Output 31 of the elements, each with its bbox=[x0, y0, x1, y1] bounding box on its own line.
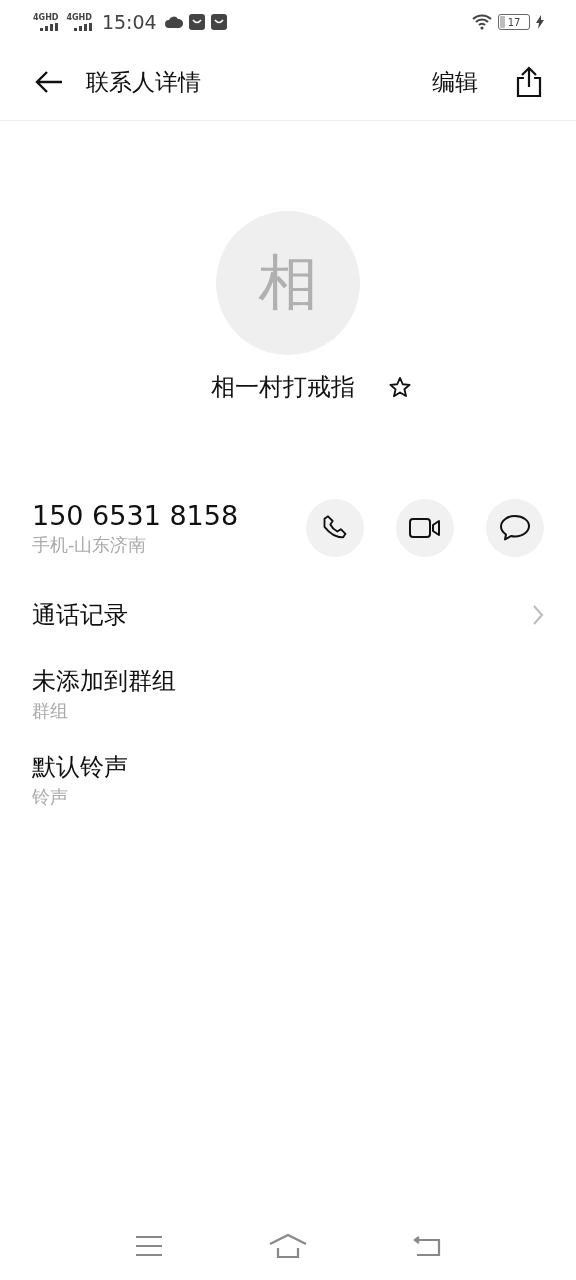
item-subtitle: 铃声 bbox=[32, 785, 68, 809]
clock: 15:04 bbox=[101, 11, 157, 33]
cloud-icon bbox=[164, 15, 183, 29]
share-button[interactable] bbox=[516, 66, 542, 98]
avatar: 相 bbox=[216, 211, 360, 355]
call-log-item[interactable]: 通话记录 bbox=[0, 593, 576, 637]
battery-icon: 17 bbox=[498, 14, 530, 30]
chevron-icon bbox=[532, 604, 544, 626]
video-camera-icon bbox=[408, 516, 442, 540]
speech-bubble-icon bbox=[499, 514, 531, 542]
back-icon[interactable] bbox=[413, 1235, 442, 1257]
contact-name: 相一村打戒指 bbox=[211, 372, 355, 403]
back-button[interactable] bbox=[34, 70, 64, 94]
phone-label: 手机-山东济南 bbox=[32, 532, 148, 557]
bag-icon bbox=[210, 14, 227, 30]
star-icon[interactable] bbox=[389, 376, 411, 398]
network-type: 4GHD bbox=[33, 13, 59, 22]
item-title[interactable]: 未添加到群组 bbox=[32, 665, 176, 697]
bag-icon bbox=[188, 14, 205, 30]
item-title[interactable]: 默认铃声 bbox=[32, 751, 128, 783]
network-type: 4GHD bbox=[66, 13, 92, 22]
signal-icon bbox=[40, 23, 59, 31]
phone-number[interactable]: 150 6531 8158 bbox=[32, 499, 239, 531]
home-icon[interactable] bbox=[268, 1233, 308, 1259]
wifi-icon bbox=[472, 14, 492, 30]
signal-icon bbox=[73, 23, 92, 31]
page-title: 联系人详情 bbox=[86, 67, 201, 97]
charging-icon bbox=[536, 15, 544, 29]
menu-icon[interactable] bbox=[134, 1235, 163, 1257]
edit-button[interactable]: 编辑 bbox=[432, 66, 478, 98]
item-subtitle: 群组 bbox=[32, 699, 68, 723]
